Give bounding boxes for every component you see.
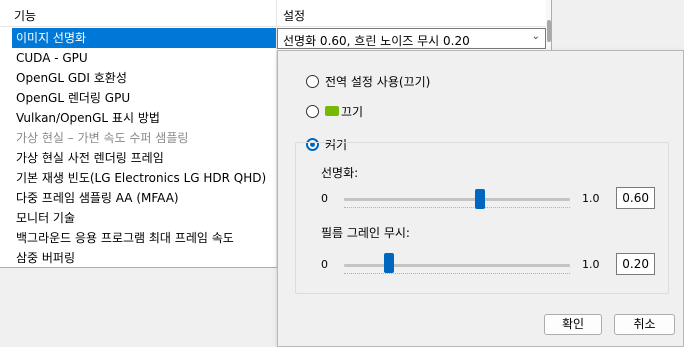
nvidia-logo-icon (325, 106, 339, 116)
feature-row-vulkan-opengl[interactable]: Vulkan/OpenGL 표시 방법 (12, 108, 276, 128)
feature-row-background-fps[interactable]: 백그라운드 응용 프로그램 최대 프레임 속도 (12, 228, 276, 248)
option-use-global-label: 전역 설정 사용(끄기) (325, 74, 431, 89)
radio-off[interactable] (306, 104, 319, 118)
grain-value-input[interactable]: 0.20 (616, 253, 655, 275)
grain-slider-thumb[interactable] (384, 253, 395, 273)
sharpen-value-input[interactable]: 0.60 (616, 187, 655, 209)
grain-slider-track[interactable] (344, 264, 570, 267)
sharpen-slider-ticks (344, 207, 570, 208)
setting-value-dropdown[interactable]: 선명화 0.60, 흐린 노이즈 무시 0.20 ⌄ (277, 28, 546, 49)
scrollbar-thumb[interactable] (547, 20, 551, 42)
feature-row-opengl-gdi[interactable]: OpenGL GDI 호환성 (12, 68, 276, 88)
cancel-button[interactable]: 취소 (614, 314, 675, 335)
column-header-feature[interactable]: 기능 (14, 7, 36, 24)
feature-row-cuda-gpu[interactable]: CUDA - GPU (12, 48, 276, 68)
feature-row-mfaa[interactable]: 다중 프레임 샘플링 AA (MFAA) (12, 188, 276, 208)
option-off-label: 끄기 (341, 104, 364, 119)
feature-row-monitor-tech[interactable]: 모니터 기술 (12, 208, 276, 228)
sharpen-slider-thumb[interactable] (474, 189, 485, 209)
grain-slider-ticks (344, 273, 570, 274)
feature-row-image-sharpening[interactable]: 이미지 선명화 (12, 28, 276, 48)
sharpen-slider-track[interactable] (344, 198, 570, 201)
grain-min: 0 (321, 258, 328, 271)
sharpening-popup: 전역 설정 사용(끄기) 끄기 켜기 선명화: 0 1.0 0.60 필름 그레… (277, 50, 684, 347)
column-header-setting[interactable]: 설정 (283, 7, 305, 24)
option-off[interactable]: 끄기 (306, 103, 363, 119)
chevron-down-icon[interactable]: ⌄ (532, 31, 540, 42)
radio-use-global[interactable] (306, 74, 319, 88)
sharpen-label: 선명화: (321, 166, 359, 180)
feature-row-triple-buffering[interactable]: 삼중 버퍼링 (12, 248, 276, 267)
feature-row-vr-prerender[interactable]: 가상 현실 사전 렌더링 프레임 (12, 148, 276, 168)
ok-button[interactable]: 확인 (544, 314, 602, 335)
grain-label: 필름 그레인 무시: (321, 226, 410, 240)
feature-row-refresh-rate[interactable]: 기본 재생 빈도(LG Electronics LG HDR QHD) (12, 168, 276, 188)
sharpen-max: 1.0 (582, 192, 600, 205)
grain-max: 1.0 (582, 258, 600, 271)
sharpen-min: 0 (321, 192, 328, 205)
feature-row-opengl-render-gpu[interactable]: OpenGL 렌더링 GPU (12, 88, 276, 108)
option-use-global[interactable]: 전역 설정 사용(끄기) (306, 73, 430, 89)
setting-value-text: 선명화 0.60, 흐린 노이즈 무시 0.20 (283, 34, 470, 48)
feature-row-vr-vrss: 가상 현실 – 가변 속도 수퍼 샘플링 (16, 131, 189, 145)
